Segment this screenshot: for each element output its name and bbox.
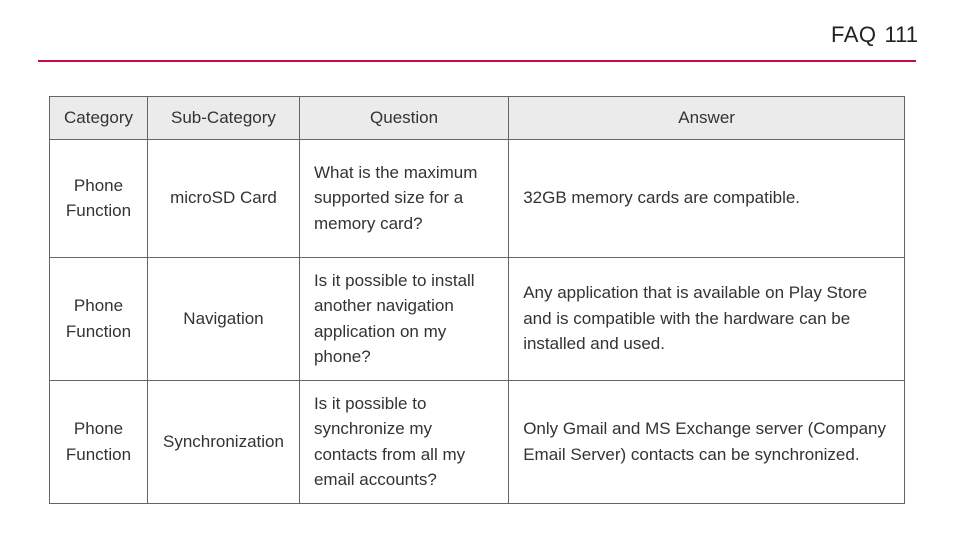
cell-sub-category: Navigation: [147, 257, 299, 380]
table-row: Phone Function Synchronization Is it pos…: [50, 380, 905, 503]
cell-answer: Only Gmail and MS Exchange server (Compa…: [509, 380, 905, 503]
cell-category: Phone Function: [50, 257, 148, 380]
table-row: Phone Function microSD Card What is the …: [50, 139, 905, 257]
cell-category: Phone Function: [50, 380, 148, 503]
table-header-row: Category Sub-Category Question Answer: [50, 97, 905, 140]
page-number: 111: [885, 22, 918, 48]
table-row: Phone Function Navigation Is it possible…: [50, 257, 905, 380]
cell-question: What is the maximum supported size for a…: [299, 139, 508, 257]
section-title: FAQ: [831, 22, 877, 48]
cell-answer: Any application that is available on Pla…: [509, 257, 905, 380]
cell-category: Phone Function: [50, 139, 148, 257]
col-question: Question: [299, 97, 508, 140]
col-sub-category: Sub-Category: [147, 97, 299, 140]
col-category: Category: [50, 97, 148, 140]
cell-sub-category: Synchronization: [147, 380, 299, 503]
faq-table: Category Sub-Category Question Answer Ph…: [49, 96, 905, 504]
cell-answer: 32GB memory cards are compatible.: [509, 139, 905, 257]
col-answer: Answer: [509, 97, 905, 140]
cell-question: Is it possible to install another naviga…: [299, 257, 508, 380]
cell-sub-category: microSD Card: [147, 139, 299, 257]
cell-question: Is it possible to synchronize my contact…: [299, 380, 508, 503]
header-rule: [38, 60, 916, 62]
page-header: FAQ 111: [38, 22, 918, 48]
